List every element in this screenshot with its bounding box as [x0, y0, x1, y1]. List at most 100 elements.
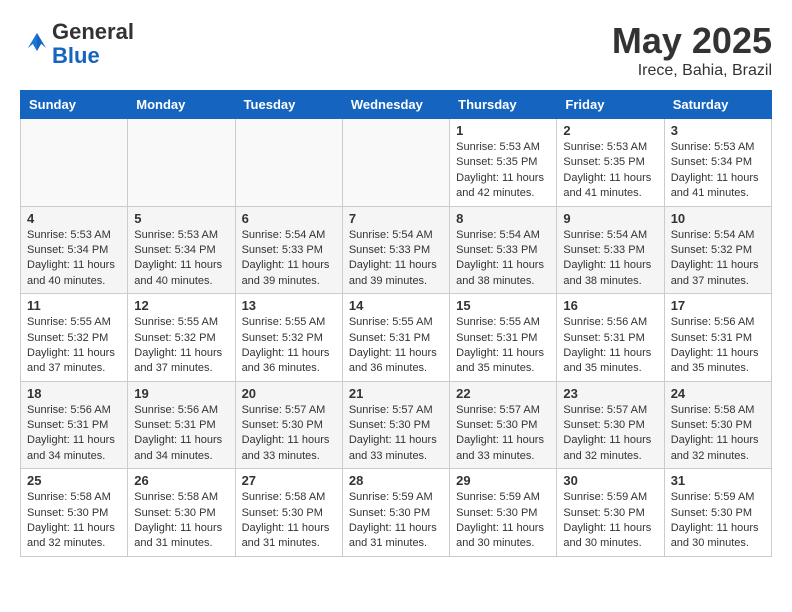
- calendar-cell: 6 Sunrise: 5:54 AMSunset: 5:33 PMDaylight…: [235, 206, 342, 294]
- day-info: Sunrise: 5:55 AMSunset: 5:32 PMDaylight:…: [27, 315, 121, 377]
- calendar-cell: [21, 119, 128, 207]
- day-number: 13: [242, 298, 336, 313]
- calendar-cell: [342, 119, 449, 207]
- day-number: 18: [27, 386, 121, 401]
- day-number: 2: [563, 123, 657, 138]
- day-number: 12: [134, 298, 228, 313]
- calendar-cell: [235, 119, 342, 207]
- calendar-cell: 5Sunrise: 5:53 AMSunset: 5:34 PMDaylight…: [128, 206, 235, 294]
- calendar-cell: 15Sunrise: 5:55 AMSunset: 5:31 PMDayligh…: [450, 294, 557, 382]
- calendar-cell: 3Sunrise: 5:53 AMSunset: 5:34 PMDaylight…: [664, 119, 771, 207]
- calendar-cell: 2Sunrise: 5:53 AMSunset: 5:35 PMDaylight…: [557, 119, 664, 207]
- day-number: 17: [671, 298, 765, 313]
- day-number: 30: [563, 473, 657, 488]
- calendar-cell: 10 Sunrise: 5:54 AMSunset: 5:32 PMDayligh…: [664, 206, 771, 294]
- logo-icon: [22, 27, 52, 57]
- day-number: 14: [349, 298, 443, 313]
- day-number: 26: [134, 473, 228, 488]
- day-number: 25: [27, 473, 121, 488]
- calendar-cell: 26 Sunrise: 5:58 AMSunset: 5:30 PMDayligh…: [128, 469, 235, 557]
- day-info: Sunrise: 5:53 AMSunset: 5:35 PMDaylight:…: [456, 140, 550, 202]
- day-number: 9: [563, 211, 657, 226]
- day-info: Sunrise: 5:53 AMSunset: 5:34 PMDaylight:…: [27, 228, 121, 290]
- calendar-table: SundayMondayTuesdayWednesdayThursdayFrid…: [20, 90, 772, 557]
- calendar-cell: 22Sunrise: 5:57 AMSunset: 5:30 PMDayligh…: [450, 381, 557, 469]
- day-number: 27: [242, 473, 336, 488]
- calendar-cell: 29 Sunrise: 5:59 AMSunset: 5:30 PMDayligh…: [450, 469, 557, 557]
- calendar-cell: [128, 119, 235, 207]
- day-info: Sunrise: 5:53 AMSunset: 5:34 PMDaylight:…: [671, 140, 765, 202]
- day-info: Sunrise: 5:54 AMSunset: 5:33 PMDaylight:…: [349, 228, 443, 290]
- day-info: Sunrise: 5:54 AMSunset: 5:33 PMDaylight:…: [242, 228, 336, 290]
- calendar-cell: 21 Sunrise: 5:57 AMSunset: 5:30 PMDayligh…: [342, 381, 449, 469]
- day-number: 6: [242, 211, 336, 226]
- calendar-cell: 11 Sunrise: 5:55 AMSunset: 5:32 PMDayligh…: [21, 294, 128, 382]
- calendar-header-monday: Monday: [128, 91, 235, 119]
- day-info: Sunrise: 5:54 AMSunset: 5:33 PMDaylight:…: [456, 228, 550, 290]
- calendar-title: May 2025: [612, 20, 772, 62]
- calendar-cell: 16Sunrise: 5:56 AMSunset: 5:31 PMDayligh…: [557, 294, 664, 382]
- day-info: Sunrise: 5:58 AMSunset: 5:30 PMDaylight:…: [671, 403, 765, 465]
- calendar-cell: 7 Sunrise: 5:54 AMSunset: 5:33 PMDaylight…: [342, 206, 449, 294]
- calendar-header-thursday: Thursday: [450, 91, 557, 119]
- calendar-cell: 23 Sunrise: 5:57 AMSunset: 5:30 PMDayligh…: [557, 381, 664, 469]
- calendar-cell: 8Sunrise: 5:54 AMSunset: 5:33 PMDaylight…: [450, 206, 557, 294]
- day-info: Sunrise: 5:55 AMSunset: 5:32 PMDaylight:…: [242, 315, 336, 377]
- day-info: Sunrise: 5:55 AMSunset: 5:32 PMDaylight:…: [134, 315, 228, 377]
- calendar-cell: 25Sunrise: 5:58 AMSunset: 5:30 PMDayligh…: [21, 469, 128, 557]
- day-number: 20: [242, 386, 336, 401]
- day-info: Sunrise: 5:58 AMSunset: 5:30 PMDaylight:…: [134, 490, 228, 552]
- day-info: Sunrise: 5:58 AMSunset: 5:30 PMDaylight:…: [242, 490, 336, 552]
- day-info: Sunrise: 5:56 AMSunset: 5:31 PMDaylight:…: [671, 315, 765, 377]
- day-number: 4: [27, 211, 121, 226]
- logo-general-text: General: [52, 19, 134, 44]
- calendar-header-friday: Friday: [557, 91, 664, 119]
- day-info: Sunrise: 5:57 AMSunset: 5:30 PMDaylight:…: [349, 403, 443, 465]
- calendar-cell: 20 Sunrise: 5:57 AMSunset: 5:30 PMDayligh…: [235, 381, 342, 469]
- day-number: 28: [349, 473, 443, 488]
- day-number: 11: [27, 298, 121, 313]
- calendar-cell: 14 Sunrise: 5:55 AMSunset: 5:31 PMDayligh…: [342, 294, 449, 382]
- calendar-week-2: 4 Sunrise: 5:53 AMSunset: 5:34 PMDaylight…: [21, 206, 772, 294]
- calendar-header-saturday: Saturday: [664, 91, 771, 119]
- day-number: 15: [456, 298, 550, 313]
- calendar-week-4: 18 Sunrise: 5:56 AMSunset: 5:31 PMDayligh…: [21, 381, 772, 469]
- calendar-cell: 24 Sunrise: 5:58 AMSunset: 5:30 PMDayligh…: [664, 381, 771, 469]
- day-number: 22: [456, 386, 550, 401]
- calendar-cell: 27 Sunrise: 5:58 AMSunset: 5:30 PMDayligh…: [235, 469, 342, 557]
- calendar-cell: 4 Sunrise: 5:53 AMSunset: 5:34 PMDaylight…: [21, 206, 128, 294]
- day-number: 23: [563, 386, 657, 401]
- logo-blue-text: Blue: [52, 43, 100, 68]
- day-info: Sunrise: 5:55 AMSunset: 5:31 PMDaylight:…: [349, 315, 443, 377]
- day-number: 19: [134, 386, 228, 401]
- day-number: 16: [563, 298, 657, 313]
- day-number: 29: [456, 473, 550, 488]
- calendar-cell: 12 Sunrise: 5:55 AMSunset: 5:32 PMDayligh…: [128, 294, 235, 382]
- calendar-header-tuesday: Tuesday: [235, 91, 342, 119]
- calendar-cell: 1Sunrise: 5:53 AMSunset: 5:35 PMDaylight…: [450, 119, 557, 207]
- day-number: 21: [349, 386, 443, 401]
- day-number: 5: [134, 211, 228, 226]
- calendar-header-row: SundayMondayTuesdayWednesdayThursdayFrid…: [21, 91, 772, 119]
- calendar-cell: 19Sunrise: 5:56 AMSunset: 5:31 PMDayligh…: [128, 381, 235, 469]
- day-info: Sunrise: 5:57 AMSunset: 5:30 PMDaylight:…: [242, 403, 336, 465]
- calendar-cell: 9Sunrise: 5:54 AMSunset: 5:33 PMDaylight…: [557, 206, 664, 294]
- day-info: Sunrise: 5:59 AMSunset: 5:30 PMDaylight:…: [456, 490, 550, 552]
- calendar-cell: 13 Sunrise: 5:55 AMSunset: 5:32 PMDayligh…: [235, 294, 342, 382]
- calendar-subtitle: Irece, Bahia, Brazil: [612, 62, 772, 80]
- day-number: 7: [349, 211, 443, 226]
- calendar-header-wednesday: Wednesday: [342, 91, 449, 119]
- day-info: Sunrise: 5:57 AMSunset: 5:30 PMDaylight:…: [563, 403, 657, 465]
- day-number: 10: [671, 211, 765, 226]
- day-number: 24: [671, 386, 765, 401]
- day-info: Sunrise: 5:54 AMSunset: 5:32 PMDaylight:…: [671, 228, 765, 290]
- calendar-week-1: 1Sunrise: 5:53 AMSunset: 5:35 PMDaylight…: [21, 119, 772, 207]
- day-info: Sunrise: 5:59 AMSunset: 5:30 PMDaylight:…: [563, 490, 657, 552]
- day-info: Sunrise: 5:56 AMSunset: 5:31 PMDaylight:…: [27, 403, 121, 465]
- header: General Blue May 2025 Irece, Bahia, Braz…: [20, 20, 772, 80]
- calendar-cell: 17 Sunrise: 5:56 AMSunset: 5:31 PMDayligh…: [664, 294, 771, 382]
- calendar-cell: 30 Sunrise: 5:59 AMSunset: 5:30 PMDayligh…: [557, 469, 664, 557]
- day-info: Sunrise: 5:59 AMSunset: 5:30 PMDaylight:…: [671, 490, 765, 552]
- calendar-cell: 31Sunrise: 5:59 AMSunset: 5:30 PMDayligh…: [664, 469, 771, 557]
- calendar-week-3: 11 Sunrise: 5:55 AMSunset: 5:32 PMDayligh…: [21, 294, 772, 382]
